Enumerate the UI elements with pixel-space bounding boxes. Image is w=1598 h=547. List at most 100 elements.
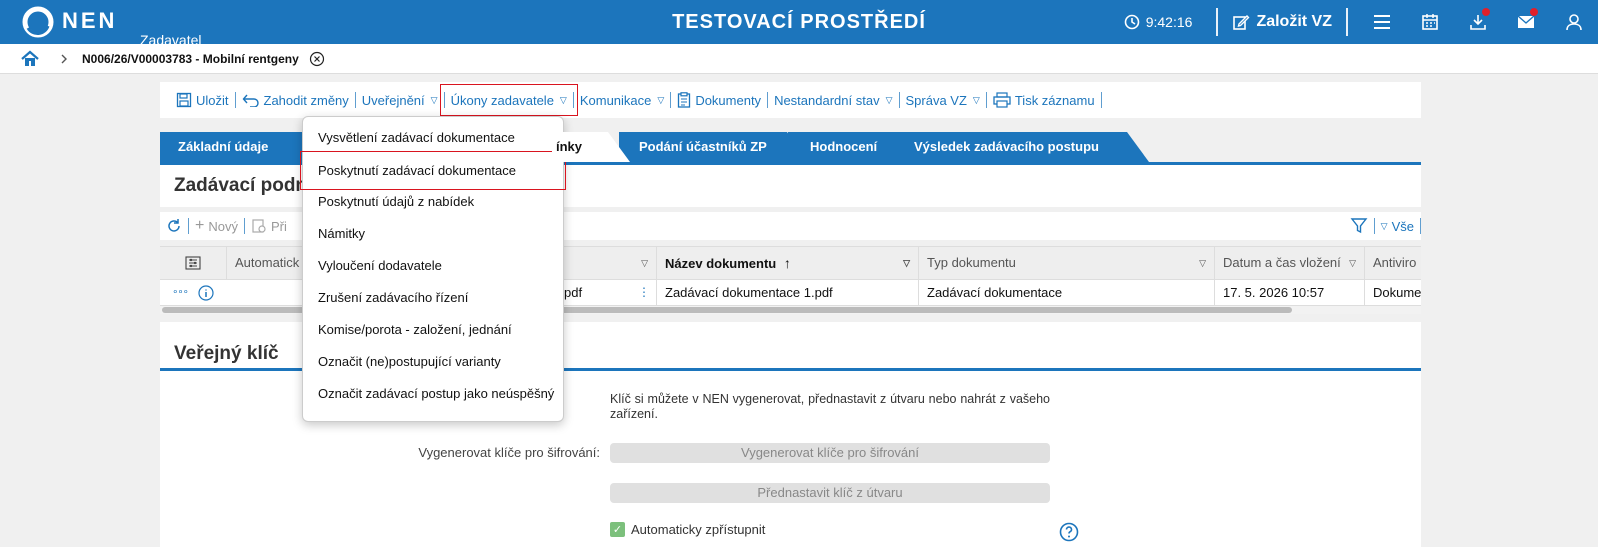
- menu-item-clarification[interactable]: Vysvětlení zadávací dokumentace: [303, 122, 563, 154]
- attach-icon: [252, 219, 266, 233]
- info-icon[interactable]: [198, 284, 214, 301]
- dropdown-caret-icon: ▽: [1380, 220, 1388, 231]
- kebab-menu-icon[interactable]: ⋮: [638, 280, 650, 305]
- save-button[interactable]: Uložit: [170, 88, 235, 112]
- toolbar-divider: [670, 92, 672, 108]
- attach-label: Při: [270, 218, 287, 234]
- notification-dot: [1530, 8, 1538, 16]
- settings-sliders-icon: [185, 256, 201, 270]
- create-vz-label: Založit VZ: [1256, 13, 1332, 30]
- clock-icon: [1124, 14, 1140, 30]
- column-header-document-type[interactable]: Typ dokumentu ▽: [918, 247, 1214, 279]
- discard-changes-label: Zahodit změny: [263, 92, 349, 108]
- menu-item-mark-unsuccessful[interactable]: Označit zadávací postup jako neúspěšný: [303, 378, 563, 410]
- all-records-menu[interactable]: ▽ Vše: [1375, 219, 1420, 234]
- edit-icon: [1233, 15, 1250, 30]
- refresh-icon: [168, 219, 180, 232]
- more-actions-icon[interactable]: ∘∘∘: [172, 280, 189, 305]
- section-title-public-key: Veřejný klíč: [174, 343, 279, 364]
- top-bar: NEN Zadavatel TESTOVACÍ PROSTŘEDÍ 9:42:1…: [0, 0, 1598, 48]
- nonstandard-state-menu[interactable]: Nestandardní stav ▽: [768, 88, 898, 112]
- notification-dot: [1482, 8, 1490, 16]
- filter-caret-icon: ▽: [1349, 258, 1356, 268]
- breadcrumb-current[interactable]: N006/26/V00003783 - Mobilní rentgeny: [82, 52, 299, 66]
- downloads-button[interactable]: [1454, 0, 1502, 44]
- print-record-button[interactable]: Tisk záznamu: [987, 88, 1101, 112]
- column-header[interactable]: Automatick: [226, 247, 304, 279]
- create-vz-button[interactable]: Založit VZ: [1232, 13, 1332, 31]
- tab-conditions[interactable]: ínky: [552, 132, 630, 162]
- nen-logo[interactable]: NEN Zadavatel: [22, 6, 201, 48]
- column-header-inserted-datetime[interactable]: Datum a čas vložení ▽: [1214, 247, 1364, 279]
- column-header[interactable]: ▽: [556, 247, 656, 279]
- contracting-authority-acts-dropdown: Vysvětlení zadávací dokumentace Poskytnu…: [300, 116, 566, 422]
- column-settings-button[interactable]: [160, 247, 226, 279]
- menu-item-committee[interactable]: Komise/porota - založení, jednání: [303, 314, 563, 346]
- close-icon[interactable]: [309, 51, 325, 67]
- filter-button[interactable]: [1344, 217, 1374, 235]
- column-label: Název dokumentu: [665, 256, 777, 271]
- column-header-document-name[interactable]: Název dokumentu ↑ ▽: [656, 247, 918, 279]
- new-label: Nový: [208, 218, 238, 234]
- main-menu-button[interactable]: [1358, 0, 1406, 44]
- user-profile-button[interactable]: [1550, 0, 1598, 44]
- save-icon: [176, 92, 192, 108]
- menu-item-cancel-procedure[interactable]: Zrušení zadávacího řízení: [303, 282, 563, 314]
- documents-button[interactable]: Dokumenty: [671, 88, 767, 112]
- publication-menu[interactable]: Uveřejnění ▽: [356, 88, 444, 112]
- divider: [1216, 8, 1219, 36]
- communication-menu[interactable]: Komunikace ▽: [574, 88, 670, 112]
- discard-changes-button[interactable]: Zahodit změny: [236, 88, 355, 112]
- session-clock: 9:42:16: [1124, 14, 1192, 30]
- refresh-button[interactable]: [160, 218, 188, 234]
- menu-item-exclude-supplier[interactable]: Vyloučení dodavatele: [303, 250, 563, 282]
- toolbar-divider: [443, 92, 445, 108]
- attach-button[interactable]: Při: [245, 218, 293, 234]
- tab-procedure-result[interactable]: Výsledek zadávacího postupu: [893, 132, 1149, 162]
- cell-text: pdf: [564, 285, 583, 300]
- dropdown-caret-icon: ▽: [657, 94, 665, 105]
- tab-label: Hodnocení: [810, 139, 878, 154]
- document-icon: [678, 92, 691, 108]
- main-toolbar: Uložit Zahodit změny Uveřejnění ▽ Úkony …: [160, 82, 1421, 118]
- column-label: Antiviro: [1373, 255, 1417, 270]
- help-icon[interactable]: [1059, 522, 1079, 542]
- menu-item-mark-variants[interactable]: Označit (ne)postupující varianty: [303, 346, 563, 378]
- filter-icon: [1350, 218, 1368, 234]
- messages-button[interactable]: [1502, 0, 1550, 44]
- plus-icon: +: [195, 217, 205, 234]
- toolbar-divider: [898, 92, 900, 108]
- toolbar-divider: [1420, 218, 1421, 234]
- tab-evaluation[interactable]: Hodnocení: [788, 132, 916, 162]
- tab-participant-submissions[interactable]: Podání účastníků ZP: [619, 132, 809, 162]
- toolbar-divider: [354, 92, 356, 108]
- contracting-authority-acts-label: Úkony zadavatele: [450, 92, 554, 108]
- column-label: Automatick: [235, 255, 300, 270]
- tab-basic-info[interactable]: Základní údaje: [160, 132, 324, 162]
- generate-keys-label: Vygenerovat klíče pro šifrování:: [418, 445, 600, 460]
- nonstandard-state-label: Nestandardní stav: [774, 92, 880, 108]
- home-icon[interactable]: [20, 49, 40, 69]
- save-label: Uložit: [196, 92, 229, 108]
- auto-publish-checkbox[interactable]: ✓ Automaticky zpřístupnit: [610, 522, 765, 537]
- row-actions: ∘∘∘: [160, 280, 226, 305]
- toolbar-divider: [188, 218, 189, 234]
- preset-key-button[interactable]: Přednastavit klíč z útvaru: [610, 483, 1050, 503]
- generate-keys-button[interactable]: Vygenerovat klíče pro šifrování: [610, 443, 1050, 463]
- column-label: Typ dokumentu: [927, 255, 1016, 270]
- breadcrumb: N006/26/V00003783 - Mobilní rentgeny: [0, 44, 1598, 74]
- menu-item-provide-bid-data[interactable]: Poskytnutí údajů z nabídek: [303, 186, 563, 218]
- contracting-authority-acts-menu[interactable]: Úkony zadavatele ▽: [439, 84, 578, 116]
- vz-management-menu[interactable]: Správa VZ ▽: [900, 88, 986, 112]
- calendar-button[interactable]: [1406, 0, 1454, 44]
- menu-item-objections[interactable]: Námitky: [303, 218, 563, 250]
- new-button[interactable]: + Nový: [189, 217, 244, 235]
- mail-icon: [1517, 15, 1535, 28]
- all-label: Vše: [1391, 218, 1414, 234]
- cell-document-name: Zadávací dokumentace 1.pdf: [656, 280, 918, 305]
- column-header-antivirus[interactable]: Antiviro: [1364, 247, 1421, 279]
- menu-item-provide-documentation[interactable]: Poskytnutí zadávací dokumentace: [300, 151, 566, 190]
- nen-logo-icon: [22, 6, 54, 38]
- chevron-right-icon: [61, 54, 67, 63]
- dropdown-caret-icon: ▽: [559, 94, 567, 105]
